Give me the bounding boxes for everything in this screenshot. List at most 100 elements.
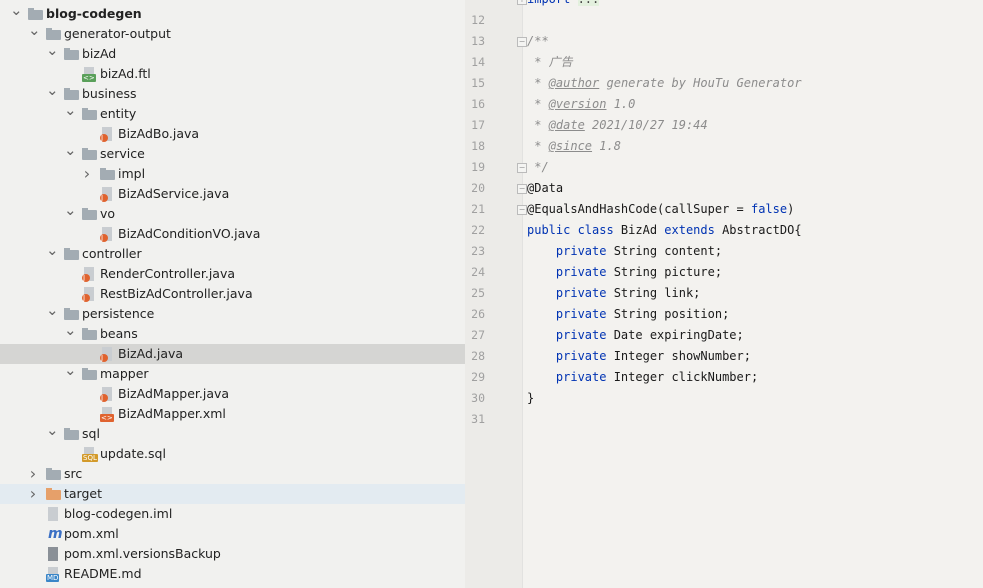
line-number: 24 — [471, 265, 485, 279]
tree-item[interactable]: › src — [0, 464, 465, 484]
text-file-icon — [48, 547, 58, 561]
folder-icon — [46, 28, 61, 40]
tree-item-label: BizAdConditionVO.java — [118, 226, 261, 241]
chevron-down-icon[interactable]: ⌄ — [46, 43, 59, 64]
folder-icon — [64, 88, 79, 100]
tree-item[interactable]: J RenderController.java — [0, 264, 465, 284]
code-line: private Integer clickNumber; — [527, 367, 758, 388]
chevron-down-icon[interactable]: ⌄ — [10, 3, 23, 24]
tree-item-label: bizAd — [82, 46, 117, 61]
tree-item[interactable]: ⌄ beans — [0, 323, 465, 344]
code-token: AbstractDO{ — [722, 223, 802, 237]
folder-icon — [82, 328, 97, 340]
line-number: 17 — [471, 118, 485, 132]
fold-expand-icon[interactable]: + — [517, 0, 527, 5]
chevron-down-icon[interactable]: ⌄ — [46, 243, 59, 264]
tree-item[interactable]: ⌄ blog-codegen — [0, 3, 465, 24]
tree-item[interactable]: ⌄ generator-output — [0, 23, 465, 44]
code-line: private Integer showNumber; — [527, 346, 751, 367]
chevron-down-icon[interactable]: ⌄ — [64, 323, 77, 344]
module-icon — [28, 8, 43, 20]
xml-file-icon: <> — [100, 407, 114, 422]
tree-item[interactable]: J BizAdMapper.java — [0, 384, 465, 404]
tree-item[interactable]: ⌄ sql — [0, 423, 465, 444]
folder-icon — [82, 148, 97, 160]
tree-item-label: BizAdMapper.java — [118, 386, 230, 401]
tree-item[interactable]: blog-codegen.iml — [0, 504, 465, 524]
code-token: @Data — [527, 181, 564, 195]
tree-item[interactable]: SQL update.sql — [0, 444, 465, 464]
code-token: Integer clickNumber; — [613, 370, 759, 384]
tree-item-label: BizAdService.java — [118, 186, 230, 201]
tree-item-label: RestBizAdController.java — [100, 286, 253, 301]
code-token: * — [527, 76, 549, 90]
tree-item[interactable]: ⌄ entity — [0, 103, 465, 124]
line-number: 15 — [471, 76, 485, 90]
code-token: 1.0 — [606, 97, 636, 111]
tree-item[interactable]: J RestBizAdController.java — [0, 284, 465, 304]
tree-item[interactable]: <> BizAdMapper.xml — [0, 404, 465, 424]
chevron-down-icon[interactable]: ⌄ — [64, 203, 77, 224]
tree-item-label: vo — [100, 206, 116, 221]
line-number: 30 — [471, 391, 485, 405]
chevron-down-icon[interactable]: ⌄ — [28, 23, 41, 44]
java-file-icon: J — [100, 347, 112, 362]
tree-item[interactable]: › target — [0, 484, 465, 504]
tree-item[interactable]: MD README.md — [0, 564, 465, 584]
line-number: 16 — [471, 97, 485, 111]
tree-item[interactable]: ⌄ bizAd — [0, 43, 465, 64]
tree-item-label: blog-codegen.iml — [64, 506, 173, 521]
line-number — [465, 0, 485, 10]
chevron-down-icon[interactable]: ⌄ — [46, 303, 59, 324]
fold-collapse-icon[interactable]: − — [517, 37, 527, 47]
folder-icon — [82, 368, 97, 380]
fold-collapse-icon[interactable]: − — [517, 205, 527, 215]
code-line: private String position; — [527, 304, 729, 325]
tree-item[interactable]: › impl — [0, 164, 465, 184]
code-token: String picture; — [613, 265, 723, 279]
code-line: * @since 1.8 — [527, 136, 621, 157]
tree-item[interactable]: m pom.xml — [0, 524, 465, 544]
project-tree: ⌄ blog-codegen ⌄ generator-output ⌄ bizAd <> b… — [0, 0, 465, 588]
code-token: * — [527, 97, 549, 111]
chevron-down-icon[interactable]: ⌄ — [64, 143, 77, 164]
code-token: String position; — [613, 307, 730, 321]
line-number: 31 — [471, 412, 485, 426]
tree-item[interactable]: ⌄ vo — [0, 203, 465, 224]
tree-item-label: src — [64, 466, 83, 481]
code-token: */ — [527, 160, 549, 174]
line-number: 26 — [471, 307, 485, 321]
code-line: private Date expiringDate; — [527, 325, 744, 346]
chevron-down-icon[interactable]: ⌄ — [46, 423, 59, 444]
chevron-down-icon[interactable]: ⌄ — [64, 363, 77, 384]
line-number: 28 — [471, 349, 485, 363]
tree-item-label: pom.xml — [64, 526, 119, 541]
tree-item[interactable]: ⌄ controller — [0, 243, 465, 264]
folder-icon — [64, 308, 79, 320]
tree-item[interactable]: pom.xml.versionsBackup — [0, 544, 465, 564]
java-file-icon: J — [82, 287, 94, 302]
tree-item[interactable]: <> bizAd.ftl — [0, 64, 465, 84]
code-token: public class — [527, 223, 621, 237]
chevron-down-icon[interactable]: ⌄ — [46, 83, 59, 104]
code-token: false — [750, 202, 788, 216]
fold-collapse-icon[interactable]: − — [517, 163, 527, 173]
tree-item[interactable]: J BizAdConditionVO.java — [0, 224, 465, 244]
java-file-badge: J — [100, 134, 108, 142]
chevron-right-icon[interactable]: › — [28, 464, 38, 484]
chevron-right-icon[interactable]: › — [82, 164, 92, 184]
code-token: 1.8 — [592, 139, 621, 153]
tree-item[interactable]: ⌄ mapper — [0, 363, 465, 384]
tree-item[interactable]: ⌄ service — [0, 143, 465, 164]
code-token: private — [527, 328, 614, 342]
chevron-down-icon[interactable]: ⌄ — [64, 103, 77, 124]
maven-file-icon: m — [48, 526, 63, 542]
code-token: extends — [664, 223, 723, 237]
code-token: generate by HouTu Generator — [599, 76, 802, 90]
code-line: * 广告 — [527, 52, 572, 73]
code-token: @version — [548, 97, 607, 111]
tree-item-label: update.sql — [100, 446, 166, 461]
chevron-right-icon[interactable]: › — [28, 484, 38, 504]
code-line: */ — [527, 157, 549, 178]
fold-collapse-icon[interactable]: − — [517, 184, 527, 194]
